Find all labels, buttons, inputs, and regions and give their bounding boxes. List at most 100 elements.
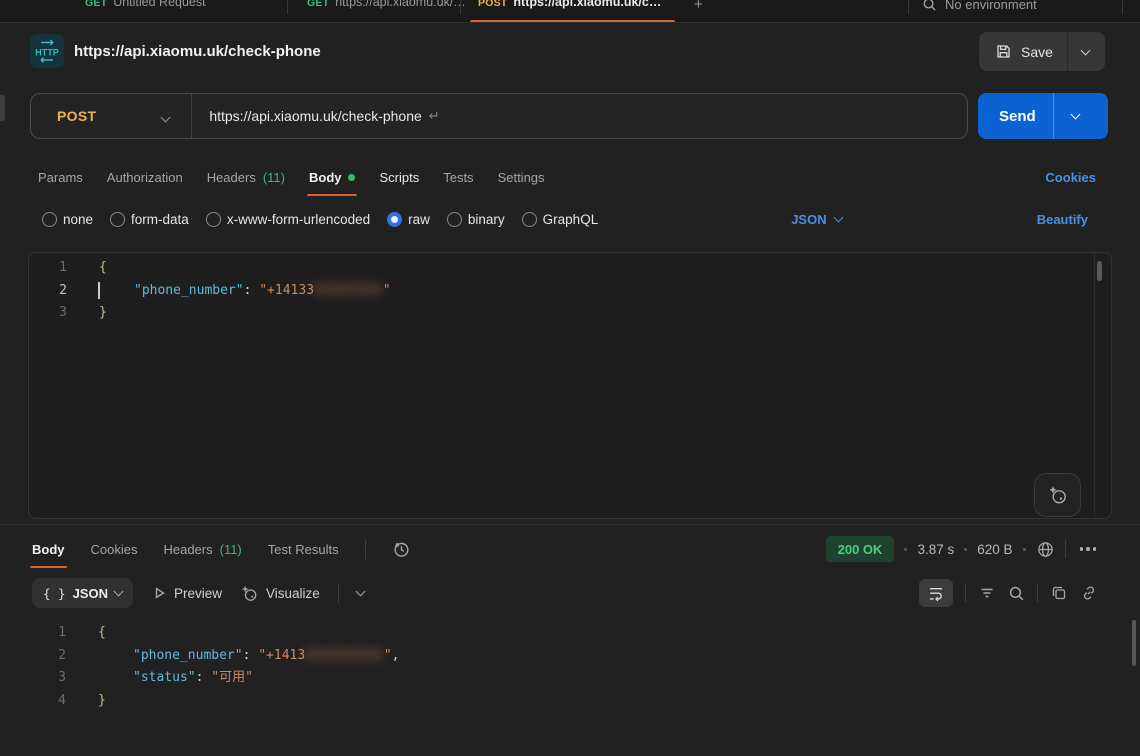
key-value-separator: : bbox=[243, 648, 259, 663]
redacted-phone-digits: 00000000 bbox=[305, 648, 384, 663]
method-selector-chevron[interactable] bbox=[162, 109, 169, 124]
beautify-link[interactable]: Beautify bbox=[1037, 201, 1088, 237]
environment-selector[interactable]: No environment bbox=[922, 0, 1037, 12]
sidebar-edge-handle[interactable] bbox=[0, 95, 5, 121]
history-icon[interactable] bbox=[392, 540, 411, 559]
preview-button[interactable]: Preview bbox=[151, 585, 222, 601]
closing-quote: " bbox=[384, 648, 392, 663]
send-button[interactable]: Send bbox=[978, 93, 1108, 139]
code-line: 4 } bbox=[28, 690, 1118, 713]
line-number: 4 bbox=[28, 690, 72, 713]
json-value: "可用" bbox=[211, 670, 253, 685]
radio-none[interactable]: none bbox=[42, 212, 93, 227]
new-tab-button[interactable]: + bbox=[694, 0, 703, 13]
scrollbar-thumb[interactable] bbox=[1097, 261, 1102, 281]
chevron-down-icon[interactable] bbox=[355, 587, 365, 597]
tab-label: Authorization bbox=[107, 170, 183, 185]
tab-label: https://api.xiaomu.uk/c… bbox=[513, 0, 661, 9]
tab-authorization[interactable]: Authorization bbox=[107, 158, 183, 196]
status-badge[interactable]: 200 OK bbox=[826, 536, 895, 562]
radio-label: x-www-form-urlencoded bbox=[227, 212, 370, 227]
postbot-button[interactable] bbox=[1034, 473, 1081, 517]
meta-divider bbox=[1065, 540, 1066, 558]
tab-scripts[interactable]: Scripts bbox=[379, 158, 419, 196]
closing-quote: " bbox=[383, 283, 391, 298]
response-tab-test-results[interactable]: Test Results bbox=[268, 530, 339, 568]
response-format-selector[interactable]: { } JSON bbox=[32, 578, 133, 608]
request-tab-bar: GETUntitled Request GEThttps://api.xiaom… bbox=[0, 0, 1140, 23]
request-body-editor[interactable]: 1 { 2 "phone_number": "+141330000000" 3 … bbox=[28, 252, 1112, 519]
format-label: JSON bbox=[73, 586, 108, 601]
section-divider bbox=[0, 524, 1140, 525]
radio-circle bbox=[522, 212, 537, 227]
save-icon bbox=[995, 43, 1012, 60]
cookies-link[interactable]: Cookies bbox=[1045, 158, 1096, 196]
active-tab-underline bbox=[307, 194, 358, 197]
response-size[interactable]: 620 B bbox=[977, 542, 1012, 557]
enter-hint: ↵ bbox=[429, 108, 440, 124]
url-input[interactable]: https://api.xiaomu.uk/check-phone bbox=[209, 108, 421, 124]
globe-icon[interactable] bbox=[1036, 540, 1055, 559]
radio-form-data[interactable]: form-data bbox=[110, 212, 189, 227]
response-scrollbar-thumb[interactable] bbox=[1132, 620, 1136, 666]
url-bar-divider bbox=[191, 94, 192, 138]
send-button-label: Send bbox=[999, 108, 1036, 125]
headers-count: (11) bbox=[220, 542, 242, 557]
request-tab-2[interactable]: GEThttps://api.xiaomu.uk/… bbox=[307, 0, 466, 9]
meta-separator-dot bbox=[1023, 548, 1026, 551]
response-time[interactable]: 3.87 s bbox=[917, 542, 954, 557]
save-button-label: Save bbox=[1021, 44, 1053, 60]
tab-divider bbox=[908, 0, 909, 14]
meta-separator-dot bbox=[964, 548, 967, 551]
tab-params[interactable]: Params bbox=[38, 158, 83, 196]
http-badge-text: HTTP bbox=[35, 48, 59, 58]
save-options-button[interactable] bbox=[1068, 50, 1104, 54]
save-button[interactable]: Save bbox=[979, 32, 1105, 71]
tab-tests[interactable]: Tests bbox=[443, 158, 473, 196]
response-meta: 200 OK 3.87 s 620 B bbox=[826, 530, 1100, 568]
method-selector[interactable]: POST bbox=[57, 108, 96, 124]
radio-circle bbox=[206, 212, 221, 227]
json-key: "status" bbox=[133, 670, 196, 685]
copy-icon[interactable] bbox=[1050, 584, 1068, 602]
wrap-text-icon bbox=[927, 584, 945, 602]
more-options-icon[interactable] bbox=[1076, 547, 1101, 551]
radio-graphql[interactable]: GraphQL bbox=[522, 212, 599, 227]
radio-urlencoded[interactable]: x-www-form-urlencoded bbox=[206, 212, 370, 227]
tab-label: https://api.xiaomu.uk/… bbox=[335, 0, 466, 9]
method-badge-post: POST bbox=[478, 0, 507, 9]
json-key: "phone_number" bbox=[133, 648, 243, 663]
close-brace: } bbox=[98, 693, 106, 708]
postbot-icon bbox=[1047, 484, 1069, 506]
request-tab-active[interactable]: POST https://api.xiaomu.uk/c… bbox=[478, 0, 661, 9]
tab-label: Body bbox=[309, 170, 342, 185]
visualize-button[interactable]: Visualize bbox=[240, 584, 320, 603]
filter-icon[interactable] bbox=[978, 584, 996, 602]
json-key: "phone_number" bbox=[134, 283, 244, 298]
tab-label: Settings bbox=[498, 170, 545, 185]
tab-headers[interactable]: Headers(11) bbox=[207, 158, 285, 196]
format-selector[interactable]: JSON bbox=[791, 212, 841, 227]
line-number: 1 bbox=[29, 257, 73, 280]
search-icon[interactable] bbox=[1008, 585, 1025, 602]
response-tab-cookies[interactable]: Cookies bbox=[91, 530, 138, 568]
redacted-phone-digits: 0000000 bbox=[314, 283, 383, 298]
chevron-down-icon bbox=[1071, 110, 1081, 120]
radio-raw[interactable]: raw bbox=[387, 212, 430, 227]
radio-binary[interactable]: binary bbox=[447, 212, 505, 227]
open-brace: { bbox=[98, 625, 106, 640]
response-tab-headers[interactable]: Headers(11) bbox=[163, 530, 241, 568]
request-tabs: Params Authorization Headers(11) Body Sc… bbox=[0, 158, 1140, 196]
key-value-separator: : bbox=[244, 283, 260, 298]
tab-settings[interactable]: Settings bbox=[498, 158, 545, 196]
response-tab-body[interactable]: Body bbox=[32, 530, 65, 568]
braces-icon: { } bbox=[43, 586, 66, 601]
close-brace: } bbox=[99, 305, 107, 320]
wrap-text-button[interactable] bbox=[919, 579, 953, 607]
tab-body[interactable]: Body bbox=[309, 158, 356, 196]
send-options-button[interactable] bbox=[1054, 114, 1098, 118]
radio-label: binary bbox=[468, 212, 505, 227]
request-tab-1[interactable]: GETUntitled Request bbox=[85, 0, 206, 9]
radio-circle bbox=[110, 212, 125, 227]
link-icon[interactable] bbox=[1080, 584, 1098, 602]
